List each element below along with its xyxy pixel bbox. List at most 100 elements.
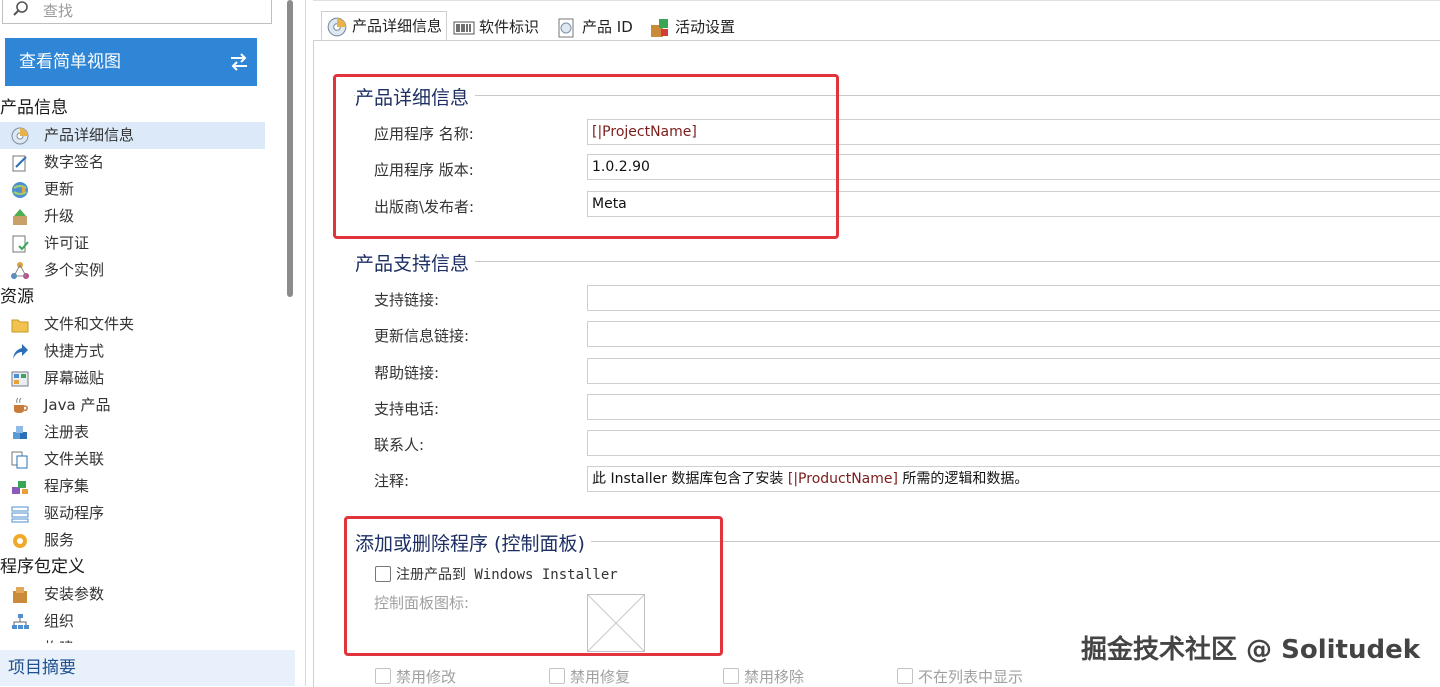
organization-icon [12,614,29,629]
tab-product-details[interactable]: 产品详细信息 [321,11,448,42]
simple-view-button[interactable]: 查看简单视图 [5,38,257,86]
tab-software-id[interactable]: 软件标识 [453,13,539,41]
shortcut-arrow-icon [13,344,28,359]
nav-item-signature[interactable]: 数字签名 [0,149,265,176]
navigation-tree: 产品信息 产品详细信息 数字签名 更新 升级 许可证 多个实例 资源 文件和文件… [0,95,285,643]
tab-content-product-details: 产品详细信息 应用程序 名称: [|ProjectName] 应用程序 版本: … [313,40,1440,687]
nav-section-resources: 资源 [0,287,34,307]
support-info-heading: 产品支持信息 [355,249,476,276]
support-phone-label: 支持电话: [374,400,440,418]
nav-item-organization[interactable]: 组织 [0,608,265,635]
tiles-icon [11,371,29,387]
help-link-field[interactable] [587,358,1440,384]
nav-item-label: 许可证 [44,234,90,252]
nav-item-label: 安装参数 [44,585,105,603]
support-phone-field[interactable] [587,394,1440,420]
nav-item-license[interactable]: 许可证 [0,230,265,257]
update-link-label: 更新信息链接: [374,327,470,345]
disable-repair-checkbox[interactable] [549,668,565,684]
instances-icon [11,262,29,279]
nav-item-shortcuts[interactable]: 快捷方式 [0,338,265,365]
build-icon [10,639,30,643]
nav-item-files[interactable]: 文件和文件夹 [0,311,265,338]
folder-icon [11,319,29,333]
nav-item-label: 数字签名 [44,153,105,171]
nav-item-drivers[interactable]: 驱动程序 [0,500,265,527]
activity-settings-icon [651,18,668,37]
nav-item-build[interactable]: 构建 [0,635,265,643]
nav-item-label: Java 产品 [44,396,111,414]
nav-item-label: 更新 [44,180,75,198]
nav-item-instances[interactable]: 多个实例 [0,257,265,284]
search-icon [13,1,28,16]
search-placeholder: 查找 [43,2,74,20]
assembly-icon [12,481,28,494]
nav-item-update[interactable]: 更新 [0,176,265,203]
file-assoc-icon [11,451,28,469]
project-summary-tab[interactable]: 项目摘要 [0,650,295,686]
nav-item-label: 多个实例 [44,261,105,279]
group-divider [354,261,1440,262]
sidebar-scrollbar[interactable] [287,0,293,297]
nav-item-registry[interactable]: 注册表 [0,419,265,446]
contact-field[interactable] [587,430,1440,456]
disable-remove-label: 禁用移除 [744,668,805,686]
nav-item-label: 产品详细信息 [44,126,135,144]
tab-product-id[interactable]: 产品 ID [556,13,633,41]
tab-label: 活动设置 [675,18,736,36]
tab-label: 软件标识 [479,18,540,36]
tab-activity-settings[interactable]: 活动设置 [649,13,735,41]
help-link-label: 帮助链接: [374,364,440,382]
nav-section-package-definition: 程序包定义 [0,557,85,577]
main-panel: 产品详细信息 软件标识 产品 ID 活动设置 产品详细信息 应用程序 名称: [… [313,0,1440,687]
nav-item-file-assoc[interactable]: 文件关联 [0,446,265,473]
driver-icon [11,506,29,523]
install-params-icon [13,587,27,603]
comments-field[interactable]: 此 Installer 数据库包含了安装 [|ProductName] 所需的逻… [587,466,1440,492]
swap-arrows-icon [231,53,247,71]
upgrade-icon [13,209,27,225]
nav-item-label: 构建 [44,639,74,643]
signature-icon [12,155,27,172]
contact-label: 联系人: [374,436,425,454]
nav-item-label: 文件和文件夹 [44,315,135,333]
highlight-box-add-remove [344,516,723,656]
nav-item-upgrade[interactable]: 升级 [0,203,265,230]
support-link-label: 支持链接: [374,291,440,309]
disable-remove-checkbox[interactable] [723,668,739,684]
nav-item-label: 服务 [44,531,75,549]
nav-section-product-info: 产品信息 [0,98,68,118]
service-gear-icon [13,534,27,548]
product-details-icon [327,17,347,36]
hide-in-list-checkbox[interactable] [897,668,913,684]
registry-cubes-icon [13,426,27,439]
barcode-icon [453,21,475,34]
update-link-field[interactable] [587,321,1440,347]
nav-item-label: 快捷方式 [44,342,105,360]
nav-item-label: 升级 [44,207,75,225]
nav-item-install-params[interactable]: 安装参数 [0,581,265,608]
comments-suffix: 所需的逻辑和数据。 [897,471,1029,487]
nav-item-product-details[interactable]: 产品详细信息 [0,122,265,149]
comments-prefix: 此 Installer 数据库包含了安装 [592,471,788,487]
nav-item-label: 程序集 [44,477,90,495]
search-input[interactable]: 查找 [2,0,272,24]
support-link-field[interactable] [587,285,1440,311]
nav-item-tiles[interactable]: 屏幕磁贴 [0,365,265,392]
license-icon [12,235,29,253]
globe-update-icon [12,182,28,198]
watermark-text: 掘金技术社区 @ Solitudek [1081,635,1420,665]
nav-item-label: 屏幕磁贴 [44,369,105,387]
disable-repair-label: 禁用修复 [570,668,631,686]
product-id-icon [558,18,574,37]
product-details-icon [11,127,29,145]
highlight-box-product-details [333,74,839,239]
comments-label: 注释: [374,472,410,490]
nav-item-assemblies[interactable]: 程序集 [0,473,265,500]
nav-item-services[interactable]: 服务 [0,527,265,554]
simple-view-label: 查看简单视图 [19,52,121,72]
disable-modify-label: 禁用修改 [396,668,457,686]
nav-item-label: 驱动程序 [44,504,105,522]
nav-item-java[interactable]: Java 产品 [0,392,265,419]
disable-modify-checkbox[interactable] [375,668,391,684]
